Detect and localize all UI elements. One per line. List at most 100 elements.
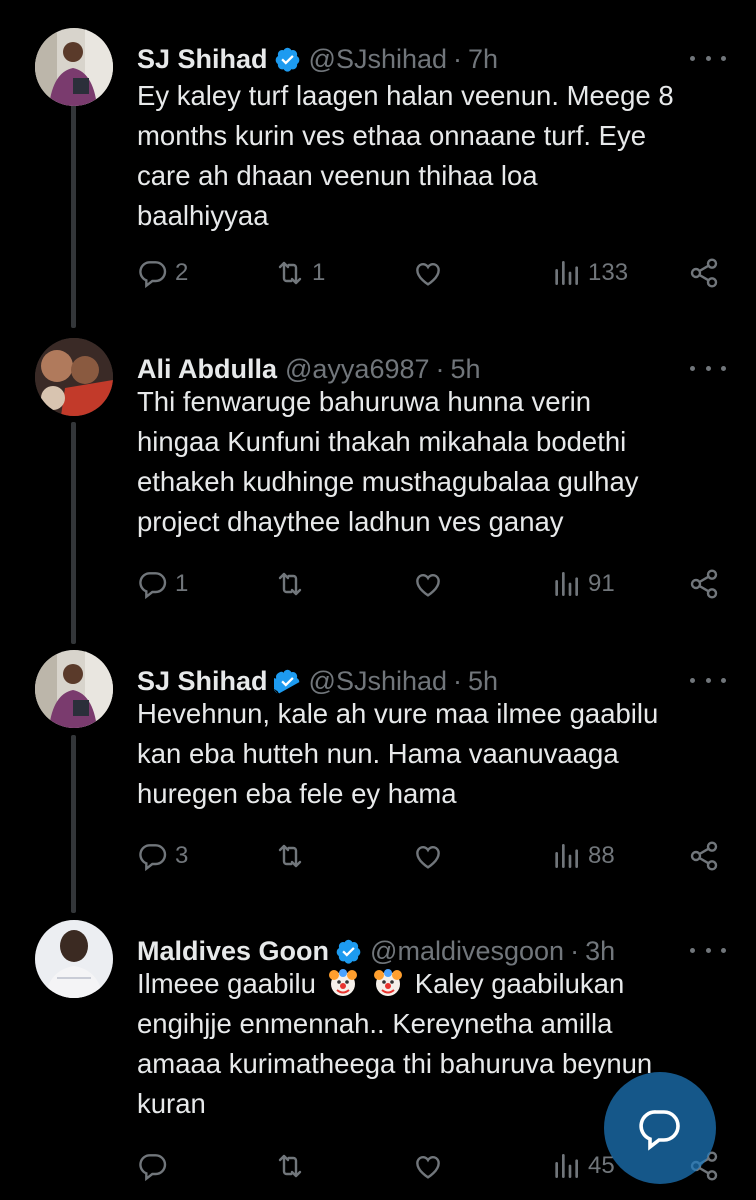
more-options-icon[interactable] (690, 46, 726, 70)
share-button[interactable] (688, 255, 720, 291)
heart-icon (416, 1155, 440, 1179)
compose-reply-icon (639, 1110, 680, 1151)
separator-dot: · (453, 665, 463, 696)
reply-count: 2 (175, 259, 189, 286)
views-button[interactable]: 133 (550, 255, 628, 291)
like-button[interactable] (412, 838, 450, 874)
more-options-icon[interactable] (690, 938, 726, 962)
timestamp[interactable]: 5h (451, 354, 481, 385)
author-handle[interactable]: @maldivesgoon (370, 936, 564, 967)
heart-icon (416, 262, 440, 286)
more-options-icon[interactable] (690, 356, 726, 380)
thread-line (71, 92, 76, 328)
text-line: Hevehnun, kale ah vure maa ilmee gaabilu (137, 698, 659, 729)
views-count: 91 (588, 570, 615, 597)
share-icon (690, 258, 718, 288)
tweet-text: Hevehnun, kale ah vure maa ilmee gaabilu… (137, 694, 727, 814)
tweet-text: Ey kaley turf laagen halan veenun. Meege… (137, 76, 727, 236)
share-icon (690, 569, 718, 599)
views-chart-icon (555, 1154, 578, 1178)
timestamp[interactable]: 3h (585, 936, 615, 967)
reply-icon (139, 844, 167, 872)
text-line: project dhaythee ladhun ves ganay (137, 506, 564, 537)
like-button[interactable] (412, 566, 450, 602)
verified-badge-icon (336, 939, 361, 964)
retweet-icon (278, 1154, 302, 1178)
avatar[interactable] (35, 338, 113, 416)
text-segment: Kaley gaabilukan (414, 968, 625, 999)
share-icon (690, 841, 718, 871)
compose-reply-button[interactable] (604, 1072, 716, 1184)
views-chart-icon (555, 261, 578, 285)
text-line: kan eba hutteh nun. Hama vaanuvaaga (137, 738, 619, 769)
timestamp[interactable]: 7h (468, 44, 498, 75)
views-chart-icon (555, 572, 578, 596)
reply-icon (139, 1154, 167, 1182)
avatar[interactable] (35, 650, 113, 728)
text-line: care ah dhaan veenun thihaa loa (137, 160, 538, 191)
reply-count: 3 (175, 842, 189, 869)
separator-dot: · (453, 43, 463, 74)
views-count: 88 (588, 842, 615, 869)
like-button[interactable] (412, 255, 450, 291)
tweet-actions: 1 91 (0, 566, 756, 602)
retweet-icon (278, 844, 302, 868)
views-count: 133 (588, 259, 629, 286)
author-name[interactable]: SJ Shihad (137, 44, 268, 75)
author-name[interactable]: Ali Abdulla (137, 354, 277, 385)
verified-badge-icon (275, 47, 299, 72)
retweet-icon (278, 261, 302, 285)
text-line: baalhiyyaa (137, 200, 269, 231)
text-line: ethakeh kudhinge musthagubalaa gulhay (137, 466, 639, 497)
tweet-text: Thi fenwaruge bahuruwa hunna verin hinga… (137, 382, 727, 542)
timestamp[interactable]: 5h (468, 666, 498, 697)
retweet-button[interactable] (274, 566, 312, 602)
views-button[interactable]: 45 (550, 1148, 615, 1184)
author-name[interactable]: SJ Shihad (137, 666, 268, 697)
author-name[interactable]: Maldives Goon (137, 936, 329, 967)
tweet-actions: 3 88 (0, 838, 756, 874)
text-line: months kurin ves ethaa onnaane turf. Eye (137, 120, 647, 151)
reply-button[interactable]: 3 (137, 838, 188, 874)
tweet-actions: 2 1 133 (0, 255, 756, 291)
retweet-icon (278, 572, 302, 596)
share-button[interactable] (688, 838, 720, 874)
views-button[interactable]: 88 (550, 838, 615, 874)
reply-icon (139, 572, 167, 600)
author-handle[interactable]: @SJshihad (309, 44, 447, 75)
text-line: Ey kaley turf laagen halan veenun. Meege… (137, 80, 674, 111)
author-handle[interactable]: @SJshihad (309, 666, 447, 697)
separator-dot: · (435, 353, 445, 384)
avatar[interactable] (35, 28, 113, 106)
avatar[interactable] (35, 920, 113, 998)
views-chart-icon (555, 844, 578, 868)
text-segment: Ilmeee gaabilu (137, 968, 316, 999)
text-line: hingaa Kunfuni thakah mikahala bodethi (137, 426, 627, 457)
share-button[interactable] (688, 566, 720, 602)
author-handle[interactable]: @ayya6987 (285, 354, 430, 385)
reply-button[interactable] (137, 1148, 175, 1184)
reply-button[interactable]: 2 (137, 255, 188, 291)
heart-icon (416, 845, 440, 869)
text-line: engihjje enmennah.. Kereynetha amilla (137, 1008, 613, 1039)
heart-icon (416, 573, 440, 597)
views-button[interactable]: 91 (550, 566, 615, 602)
clown-face-emoji-icon (374, 969, 403, 996)
like-button[interactable] (412, 1148, 450, 1184)
separator-dot: · (570, 935, 580, 966)
text-line: Ilmeee gaabilu Kaley gaabilukan (137, 964, 727, 1004)
more-options-icon[interactable] (690, 668, 726, 692)
reply-button[interactable]: 1 (137, 566, 188, 602)
clown-face-emoji-icon (328, 969, 357, 996)
thread-line (71, 735, 76, 913)
retweet-button[interactable] (274, 838, 312, 874)
text-line: huregen eba fele ey hama (137, 778, 457, 809)
reply-count: 1 (175, 570, 189, 597)
thread-line (71, 422, 76, 644)
reply-icon (139, 261, 167, 289)
retweet-count: 1 (312, 259, 326, 286)
verified-badge-icon (273, 669, 299, 694)
retweet-button[interactable]: 1 (274, 255, 325, 291)
text-line: Thi fenwaruge bahuruwa hunna verin (137, 386, 592, 417)
retweet-button[interactable] (274, 1148, 312, 1184)
